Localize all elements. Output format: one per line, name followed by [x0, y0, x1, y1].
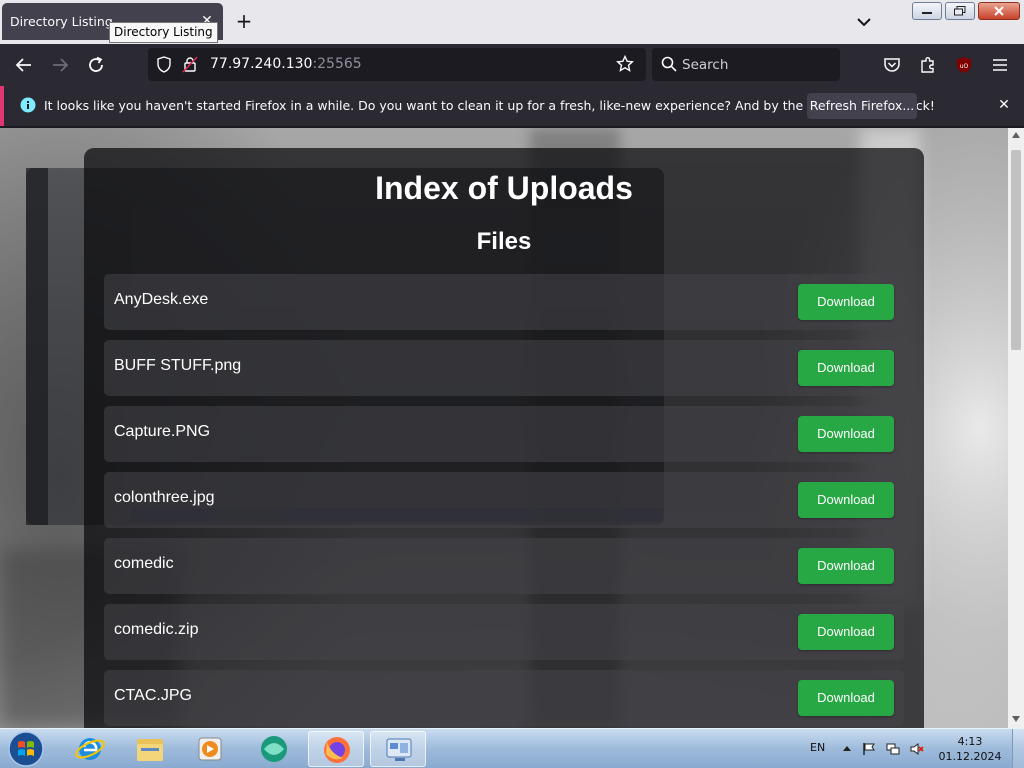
firefox-icon [324, 737, 350, 763]
close-icon [994, 6, 1004, 16]
search-input[interactable]: Search [682, 57, 728, 73]
taskbar-media-player[interactable] [182, 731, 238, 767]
folder-icon [137, 739, 163, 761]
directory-panel: Index of Uploads Files AnyDesk.exe Downl… [84, 148, 924, 728]
download-button[interactable]: Download [798, 548, 894, 584]
tray-expand-icon[interactable] [840, 742, 854, 756]
list-all-tabs-button[interactable] [852, 10, 876, 34]
refresh-firefox-notification: It looks like you haven't started Firefo… [0, 86, 1024, 126]
file-name: comedic [114, 555, 174, 572]
ublock-origin-button[interactable]: uO [952, 53, 976, 77]
file-name: CTAC.JPG [114, 687, 192, 704]
shield-icon[interactable] [156, 56, 172, 77]
extensions-button[interactable] [916, 53, 940, 77]
file-row: Capture.PNG Download [104, 406, 904, 462]
files-heading: Files [476, 228, 532, 255]
svg-text:uO: uO [960, 63, 969, 70]
file-row: colonthree.jpg Download [104, 472, 904, 528]
menu-button[interactable] [988, 53, 1012, 77]
scroll-down-icon[interactable] [1012, 716, 1020, 722]
new-tab-button[interactable]: + [232, 10, 256, 34]
puzzle-icon [921, 57, 934, 73]
download-button[interactable]: Download [798, 482, 894, 518]
taskbar-explorer[interactable] [122, 731, 178, 767]
url-host: 77.97.240.130 [210, 56, 313, 72]
tab-strip: Directory Listing ✕ Directory Listing + [0, 0, 1024, 44]
file-row: comedic.zip Download [104, 604, 904, 660]
close-window-button[interactable] [978, 2, 1020, 20]
taskbar-internet-explorer[interactable] [62, 731, 118, 767]
chevron-down-icon [857, 18, 871, 27]
back-button[interactable] [12, 53, 36, 77]
windows-start-icon [8, 731, 44, 767]
window-icon [386, 738, 412, 761]
file-name: colonthree.jpg [114, 489, 215, 506]
page-title: Index of Uploads [375, 170, 633, 206]
download-button[interactable]: Download [798, 284, 894, 320]
info-icon [20, 97, 36, 117]
scrollbar-thumb[interactable] [1011, 150, 1021, 350]
system-clock[interactable]: 4:13 01.12.2024 [938, 734, 1002, 764]
page-content: Index of Uploads Files AnyDesk.exe Downl… [0, 128, 1008, 728]
arrow-right-icon [53, 58, 69, 72]
forward-button[interactable] [48, 53, 72, 77]
file-name: Capture.PNG [114, 423, 211, 440]
hamburger-menu-icon [993, 59, 1007, 71]
internet-explorer-icon [75, 738, 105, 760]
file-row: comedic Download [104, 538, 904, 594]
minimize-icon [922, 12, 932, 14]
restore-button[interactable] [945, 2, 975, 20]
windows-taskbar: EN 4:13 01.12.2024 [0, 728, 1024, 768]
action-center-flag-icon[interactable] [862, 742, 876, 756]
search-icon [661, 56, 677, 76]
tab-title: Directory Listing [10, 14, 113, 29]
scroll-up-icon[interactable] [1012, 132, 1020, 138]
download-button[interactable]: Download [798, 680, 894, 716]
file-row: BUFF STUFF.png Download [104, 340, 904, 396]
clock-time: 4:13 [957, 735, 983, 748]
app-icon [261, 736, 287, 762]
taskbar-window[interactable] [370, 731, 426, 767]
url-text[interactable]: 77.97.240.130:25565 [210, 56, 362, 72]
clock-date: 01.12.2024 [938, 750, 1002, 763]
arrow-left-icon [15, 58, 31, 72]
vertical-scrollbar[interactable] [1008, 128, 1024, 728]
language-indicator[interactable]: EN [810, 741, 825, 754]
restore-icon [954, 6, 966, 16]
show-desktop-button[interactable] [1012, 729, 1024, 768]
notification-message: It looks like you haven't started Firefo… [44, 98, 935, 113]
media-player-icon [198, 737, 222, 761]
file-name: comedic.zip [114, 621, 199, 638]
minimize-button[interactable] [912, 2, 942, 20]
file-name: BUFF STUFF.png [114, 357, 242, 374]
pocket-button[interactable] [880, 53, 904, 77]
bookmark-star-icon[interactable] [615, 54, 635, 77]
network-icon[interactable] [886, 742, 900, 756]
notification-close-icon[interactable]: ✕ [995, 96, 1013, 114]
taskbar-app[interactable] [244, 731, 300, 767]
ublock-origin-icon: uO [957, 57, 971, 73]
window-controls [912, 2, 1020, 20]
download-button[interactable]: Download [798, 350, 894, 386]
start-button[interactable] [6, 730, 46, 768]
insecure-lock-icon[interactable] [182, 56, 198, 77]
volume-muted-icon[interactable] [910, 742, 924, 756]
tab-tooltip: Directory Listing [109, 22, 218, 43]
reload-icon [89, 56, 103, 72]
reload-button[interactable] [84, 53, 108, 77]
file-row: CTAC.JPG Download [104, 670, 904, 726]
file-name: AnyDesk.exe [114, 291, 209, 308]
download-button[interactable]: Download [798, 416, 894, 452]
taskbar-firefox[interactable] [308, 731, 364, 767]
url-port: :25565 [312, 56, 362, 72]
download-button[interactable]: Download [798, 614, 894, 650]
refresh-firefox-button[interactable]: Refresh Firefox... [807, 93, 917, 119]
file-row: AnyDesk.exe Download [104, 274, 904, 330]
url-bar[interactable]: 77.97.240.130:25565 [148, 48, 646, 81]
pocket-icon [884, 58, 900, 72]
search-bar[interactable]: Search [652, 48, 840, 81]
navigation-toolbar: 77.97.240.130:25565 Search uO [0, 44, 1024, 86]
background-screenshot-sidebar [26, 168, 48, 525]
